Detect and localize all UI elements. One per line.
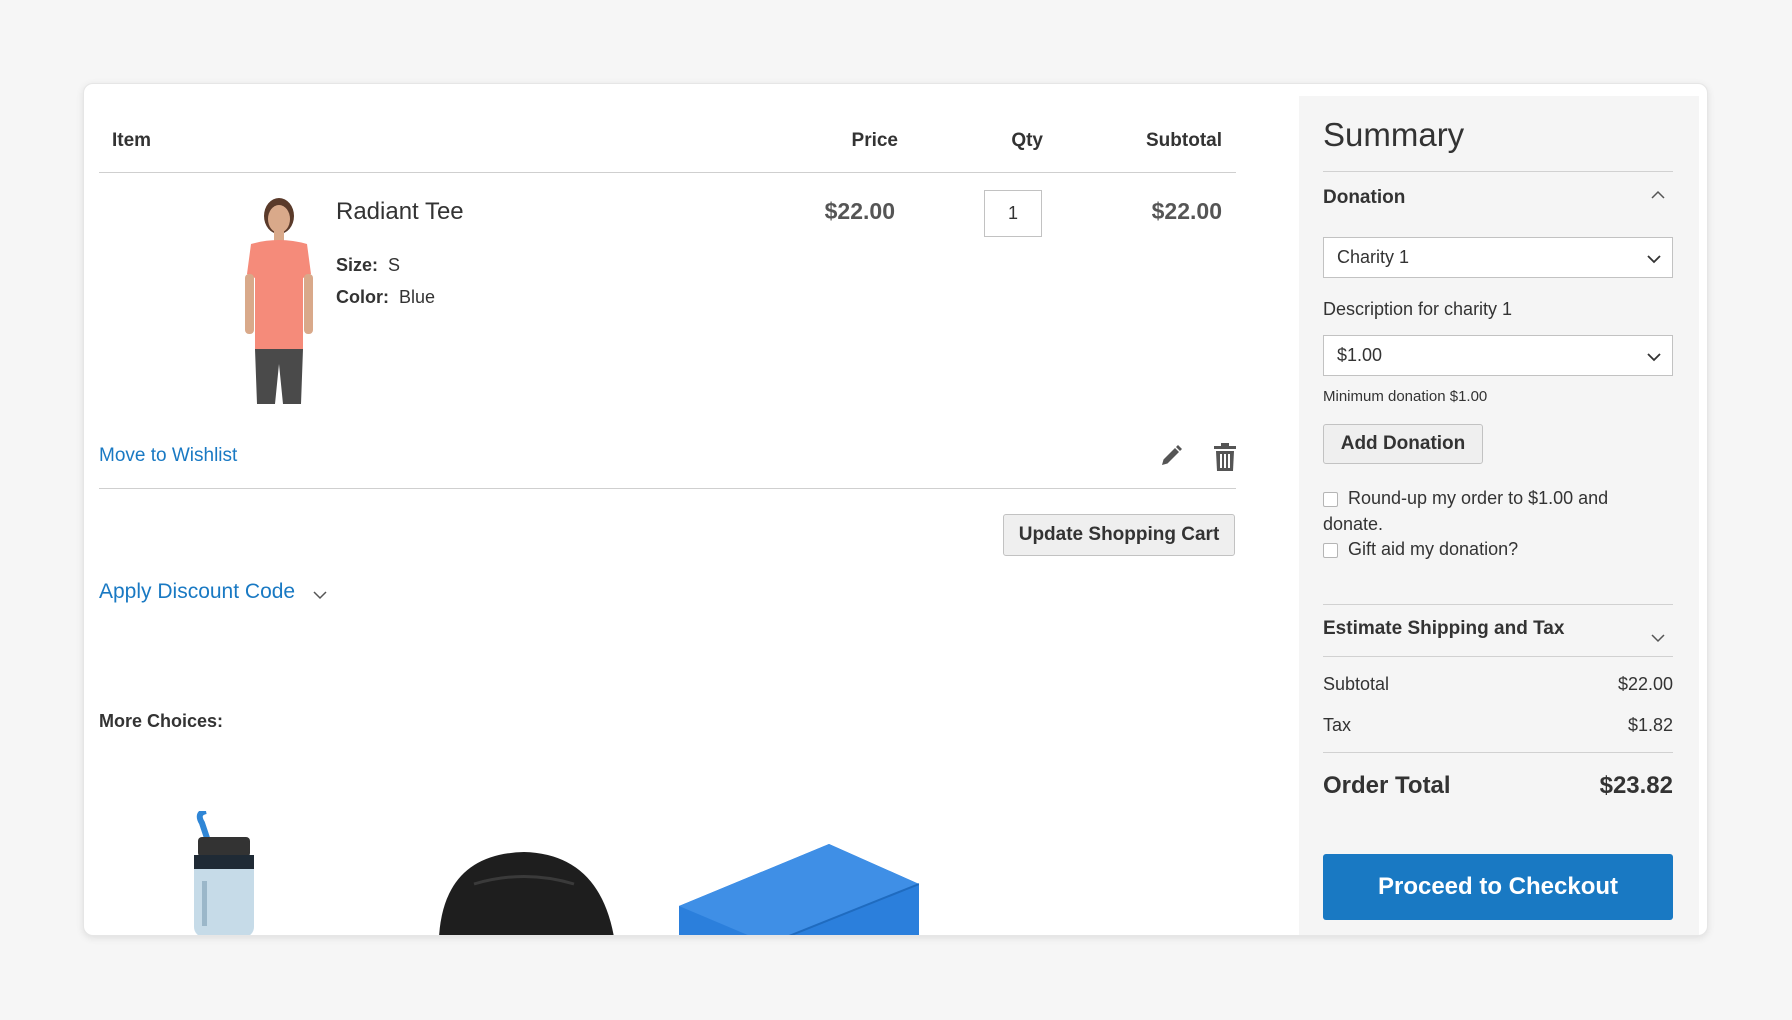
summary-divider xyxy=(1323,604,1673,605)
proceed-to-checkout-button[interactable]: Proceed to Checkout xyxy=(1323,854,1673,920)
option-size-value: S xyxy=(388,255,401,275)
header-price: Price xyxy=(851,130,898,151)
charity-select[interactable]: Charity 1 xyxy=(1323,237,1673,278)
tax-row: Tax $1.82 xyxy=(1323,715,1673,736)
move-to-wishlist-link[interactable]: Move to Wishlist xyxy=(99,445,237,467)
minimum-donation-note: Minimum donation $1.00 xyxy=(1323,388,1488,405)
gift-aid-option[interactable]: Gift aid my donation? xyxy=(1323,536,1653,562)
chevron-up-icon[interactable] xyxy=(1650,187,1666,203)
item-price: $22.00 xyxy=(824,198,895,224)
order-total-value: $23.82 xyxy=(1599,772,1673,799)
cart-table-header: Item Price Qty Subtotal xyxy=(99,84,1236,173)
apply-discount-toggle[interactable]: Apply Discount Code xyxy=(99,580,295,604)
subtotal-value: $22.00 xyxy=(1617,674,1673,694)
chevron-down-icon[interactable] xyxy=(311,586,329,604)
item-subtotal: $22.00 xyxy=(1151,198,1222,224)
summary-divider xyxy=(1323,656,1673,657)
header-item: Item xyxy=(112,130,152,151)
summary-panel: Summary Donation Charity 1 Description f… xyxy=(1299,96,1699,935)
roundup-label: Round-up my order to $1.00 and donate. xyxy=(1323,488,1609,534)
tax-value: $1.82 xyxy=(1627,715,1673,735)
header-subtotal: Subtotal xyxy=(1146,130,1222,151)
order-total-label: Order Total xyxy=(1323,772,1451,799)
summary-divider xyxy=(1323,752,1673,753)
more-choices-heading: More Choices: xyxy=(99,711,224,731)
option-size: Size: S xyxy=(336,255,400,276)
chevron-down-icon xyxy=(1647,255,1661,264)
charity-select-value: Charity 1 xyxy=(1337,247,1410,267)
trash-icon[interactable] xyxy=(1213,443,1237,471)
gift-aid-label: Gift aid my donation? xyxy=(1348,539,1519,559)
chevron-down-icon[interactable] xyxy=(1650,630,1666,646)
roundup-checkbox[interactable] xyxy=(1323,492,1338,507)
option-color: Color: Blue xyxy=(336,287,435,308)
roundup-option[interactable]: Round-up my order to $1.00 and donate. xyxy=(1323,485,1653,537)
option-color-label: Color: xyxy=(336,287,389,307)
donation-amount-select[interactable]: $1.00 xyxy=(1323,335,1673,376)
water-bottle-image[interactable] xyxy=(184,811,264,936)
yoga-block-image[interactable] xyxy=(679,844,919,936)
donation-amount-value: $1.00 xyxy=(1337,345,1383,365)
chevron-down-icon xyxy=(1647,353,1661,362)
pencil-icon[interactable] xyxy=(1159,444,1183,468)
product-name[interactable]: Radiant Tee xyxy=(336,198,464,226)
subtotal-label: Subtotal xyxy=(1323,674,1390,694)
estimate-shipping-toggle[interactable]: Estimate Shipping and Tax xyxy=(1323,618,1564,640)
gift-aid-checkbox[interactable] xyxy=(1323,543,1338,558)
option-color-value: Blue xyxy=(399,287,436,307)
summary-title: Summary xyxy=(1323,116,1465,153)
cart-card: Item Price Qty Subtotal Radiant Tee Size… xyxy=(83,83,1708,936)
charity-description: Description for charity 1 xyxy=(1323,299,1513,319)
headgear-image[interactable] xyxy=(414,844,624,936)
donation-toggle[interactable]: Donation xyxy=(1323,187,1405,209)
add-donation-button[interactable]: Add Donation xyxy=(1323,424,1483,464)
update-cart-button[interactable]: Update Shopping Cart xyxy=(1003,514,1235,556)
subtotal-row: Subtotal $22.00 xyxy=(1323,674,1673,695)
header-qty: Qty xyxy=(1011,130,1043,151)
summary-divider xyxy=(1323,171,1673,172)
option-size-label: Size: xyxy=(336,255,379,275)
order-total-row: Order Total $23.82 xyxy=(1323,772,1673,800)
tax-label: Tax xyxy=(1323,715,1352,735)
item-row-divider xyxy=(99,488,1236,489)
qty-input[interactable] xyxy=(984,190,1042,237)
